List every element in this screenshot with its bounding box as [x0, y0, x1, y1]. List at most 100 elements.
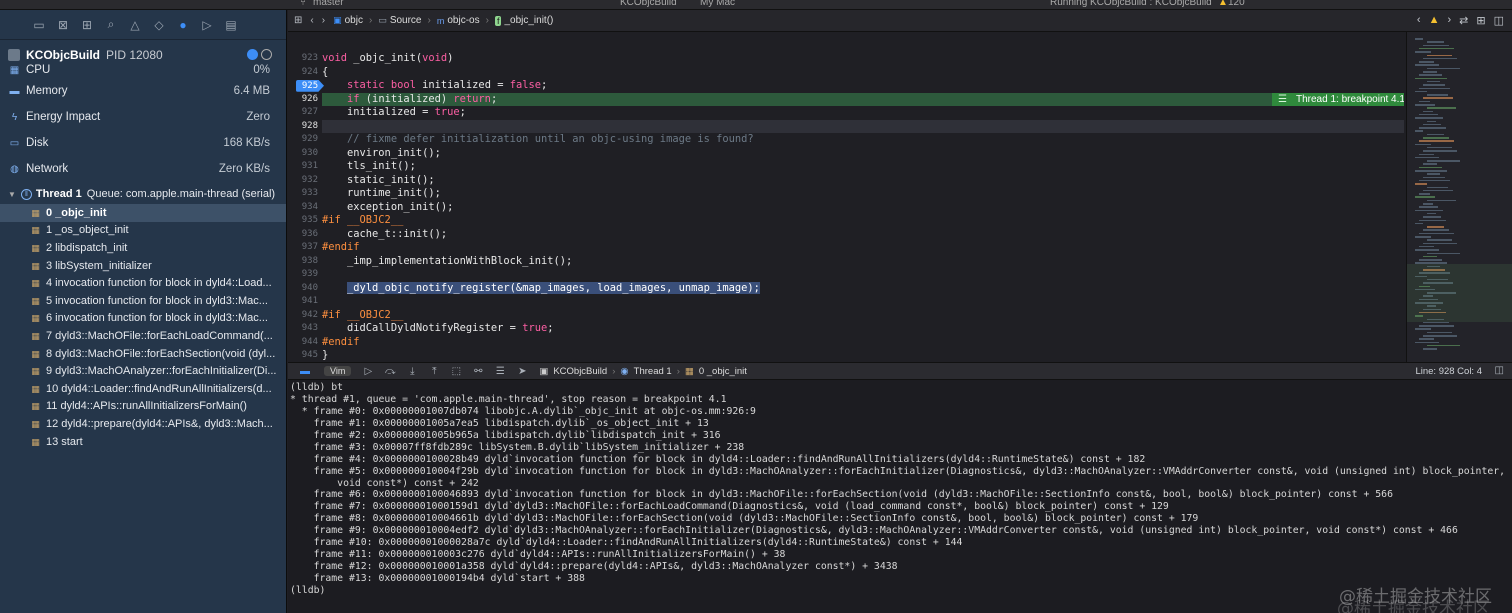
stack-frame[interactable]: ▦ 5 invocation function for block in dyld…: [0, 292, 286, 310]
line-number[interactable]: 941: [302, 295, 318, 309]
code-line[interactable]: static bool initialized = false;: [322, 79, 547, 93]
line-number-gutter[interactable]: 9239249259259269279289299309319329339349…: [288, 32, 324, 374]
gauge-network[interactable]: ◍ Network Zero KB/s: [0, 156, 286, 182]
step-into-icon[interactable]: ⤓: [403, 366, 421, 377]
debug-crumb-frame[interactable]: 0 _objc_init: [699, 366, 747, 377]
line-number[interactable]: 935: [302, 214, 318, 228]
code-line[interactable]: {: [322, 66, 328, 80]
gauge-energy[interactable]: ϟ Energy Impact Zero: [0, 104, 286, 130]
code-line[interactable]: #if __OBJC2__: [322, 309, 403, 323]
breadcrumb-project[interactable]: ▣ objc: [333, 15, 363, 26]
next-issue-icon[interactable]: ›: [1447, 14, 1451, 27]
view-hierarchy-icon[interactable]: ⬚: [447, 366, 465, 377]
code-line[interactable]: runtime_init();: [322, 187, 441, 201]
code-line[interactable]: }: [322, 349, 328, 362]
split-console-icon[interactable]: ◫: [1495, 365, 1504, 376]
minimap-viewport[interactable]: [1407, 264, 1512, 322]
lldb-console[interactable]: (lldb) bt * thread #1, queue = 'com.apple…: [288, 380, 1512, 613]
back-icon[interactable]: ‹: [310, 15, 313, 26]
grid-icon[interactable]: ⊞: [294, 15, 302, 26]
stack-frame[interactable]: ▦ 10 dyld4::Loader::findAndRunAllInitiali…: [0, 380, 286, 398]
thread-row[interactable]: ▼ ‖ Thread 1 Queue: com.apple.main-threa…: [0, 184, 286, 204]
line-number[interactable]: 933: [302, 187, 318, 201]
memory-graph-icon[interactable]: ⚯: [469, 366, 487, 377]
destination-name[interactable]: My Mac: [700, 0, 735, 8]
line-number[interactable]: 939: [302, 268, 318, 282]
hierarchy-icon[interactable]: ⊞: [78, 16, 96, 34]
line-number[interactable]: 927: [302, 106, 318, 120]
code-line[interactable]: static_init();: [322, 174, 435, 188]
location-icon[interactable]: ➤: [513, 366, 531, 377]
stack-frame[interactable]: ▦ 9 dyld3::MachOAnalyzer::forEachInitiali…: [0, 362, 286, 380]
stack-frame[interactable]: ▦ 6 invocation function for block in dyld…: [0, 310, 286, 328]
line-number[interactable]: 943: [302, 322, 318, 336]
line-number[interactable]: 945: [302, 349, 318, 363]
forward-icon[interactable]: ›: [322, 15, 325, 26]
options-icon[interactable]: [261, 49, 272, 60]
scheme-name[interactable]: KCObjcBuild: [620, 0, 677, 8]
gauge-cpu[interactable]: ▦ CPU 0%: [0, 62, 286, 78]
test-icon[interactable]: ◇: [150, 16, 168, 34]
stack-frame[interactable]: ▦ 1 _os_object_init: [0, 222, 286, 240]
code-line[interactable]: cache_t::init();: [322, 228, 447, 242]
warning-icon[interactable]: △: [126, 16, 144, 34]
previous-issue-icon[interactable]: ‹: [1417, 14, 1421, 27]
code-line[interactable]: // fixme defer initialization until an o…: [322, 133, 754, 147]
code-line[interactable]: exception_init();: [322, 201, 453, 215]
breadcrumb-function[interactable]: f _objc_init(): [494, 15, 553, 26]
line-number[interactable]: 934: [302, 201, 318, 215]
line-number[interactable]: 926: [302, 93, 318, 107]
stack-frame[interactable]: ▦ 4 invocation function for block in dyld…: [0, 274, 286, 292]
add-editor-icon[interactable]: ⊞: [1476, 14, 1485, 27]
warning-icon[interactable]: ▲: [1218, 0, 1228, 8]
vim-mode-button[interactable]: Vim: [324, 366, 352, 376]
stack-frame[interactable]: ▦ 13 start: [0, 433, 286, 451]
stack-frame[interactable]: ▦ 2 libdispatch_init: [0, 239, 286, 257]
line-number[interactable]: 936: [302, 228, 318, 242]
code-line[interactable]: #endif: [322, 241, 360, 255]
warning-icon[interactable]: ▲: [1429, 14, 1440, 27]
minimap[interactable]: [1406, 32, 1512, 362]
search-icon[interactable]: ⌕: [102, 16, 120, 34]
code-line[interactable]: #if __OBJC2__: [322, 214, 403, 228]
code-line[interactable]: void _objc_init(void): [322, 52, 453, 66]
breadcrumb-folder[interactable]: ▭ Source: [378, 15, 421, 26]
stack-frame[interactable]: ▦ 3 libSystem_initializer: [0, 257, 286, 275]
code-line[interactable]: _dyld_objc_notify_register(&map_images, …: [322, 281, 760, 296]
stack-frame[interactable]: ▦ 11 dyld4::APIs::runAllInitializersForMa…: [0, 398, 286, 416]
step-over-icon[interactable]: ⤼: [381, 366, 399, 377]
breakpoint-banner[interactable]: ☰ Thread 1: breakpoint 4.1 (1): [1272, 92, 1404, 106]
gauge-disk[interactable]: ▭ Disk 168 KB/s: [0, 130, 286, 156]
branch-name[interactable]: master: [313, 0, 344, 8]
refresh-icon[interactable]: ⇄: [1459, 14, 1468, 27]
hide-debug-area-icon[interactable]: ▬: [296, 366, 314, 377]
line-number[interactable]: 930: [302, 147, 318, 161]
line-number[interactable]: 924: [302, 66, 318, 80]
debug-crumb-thread[interactable]: Thread 1: [634, 366, 672, 377]
line-number[interactable]: 944: [302, 336, 318, 350]
breadcrumb-file[interactable]: m objc-os: [437, 15, 480, 26]
warning-count[interactable]: 120: [1228, 0, 1245, 8]
line-number[interactable]: 929: [302, 133, 318, 147]
line-number[interactable]: 938: [302, 255, 318, 269]
code-line[interactable]: tls_init();: [322, 160, 416, 174]
breakpoint-icon[interactable]: ▷: [198, 16, 216, 34]
stack-frame[interactable]: ▦ 8 dyld3::MachOFile::forEachSection(void…: [0, 345, 286, 363]
code-line[interactable]: _imp_implementationWithBlock_init();: [322, 255, 572, 269]
report-icon[interactable]: ▤: [222, 16, 240, 34]
stack-frame[interactable]: ▦ 0 _objc_init: [0, 204, 286, 222]
step-out-icon[interactable]: ⤒: [425, 366, 443, 377]
line-number[interactable]: 937: [302, 241, 318, 255]
debug-crumb-process[interactable]: KCObjcBuild: [553, 366, 607, 377]
line-number[interactable]: 931: [302, 160, 318, 174]
split-editor-icon[interactable]: ◫: [1494, 14, 1504, 27]
folder-icon[interactable]: ▭: [30, 16, 48, 34]
code-line[interactable]: #endif: [322, 336, 360, 350]
breakpoint-marker[interactable]: 925: [296, 79, 324, 92]
stack-frame[interactable]: ▦ 7 dyld3::MachOFile::forEachLoadCommand(…: [0, 327, 286, 345]
gauge-memory[interactable]: ▬ Memory 6.4 MB: [0, 78, 286, 104]
code-line[interactable]: if (initialized) return;: [322, 93, 497, 107]
line-number[interactable]: 932: [302, 174, 318, 188]
environment-icon[interactable]: ☰: [491, 366, 509, 377]
selected-text[interactable]: _dyld_objc_notify_register(&map_images, …: [347, 281, 760, 294]
